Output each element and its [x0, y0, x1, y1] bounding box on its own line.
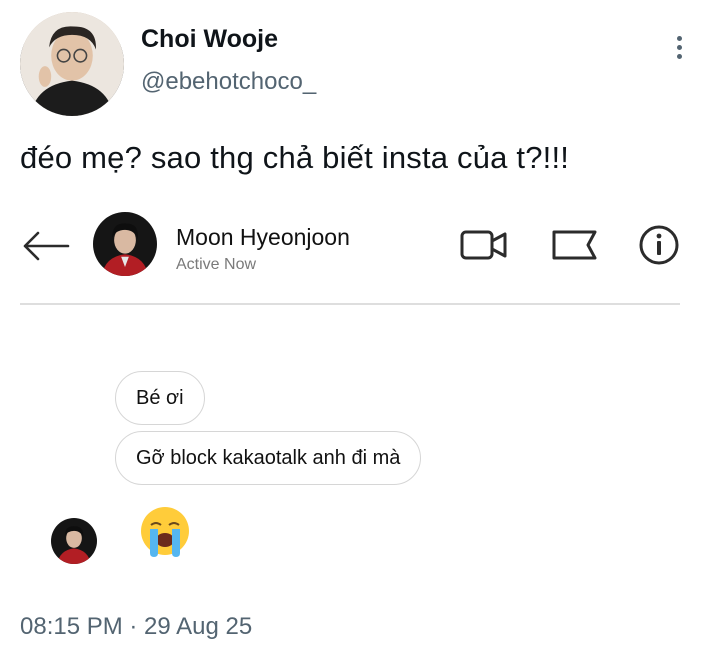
contact-avatar-small	[51, 518, 97, 564]
dot	[676, 44, 682, 50]
dot	[676, 35, 682, 41]
dm-header: Moon Hyeonjoon Active Now	[20, 205, 680, 305]
more-options-icon[interactable]	[664, 32, 694, 62]
video-call-icon	[460, 230, 507, 260]
tweet-text: đéo mẹ? sao thg chả biết insta của t?!!!	[20, 140, 570, 175]
contact-avatar	[93, 212, 157, 276]
dot	[676, 53, 682, 59]
tweet-timestamp[interactable]: 08:15 PM · 29 Aug 25	[20, 613, 252, 641]
contact-status: Active Now	[176, 256, 257, 273]
author-avatar[interactable]	[20, 12, 124, 116]
message-bubble: Bé ơi	[115, 371, 205, 425]
back-arrow-icon	[23, 231, 70, 261]
flag-icon	[552, 230, 597, 260]
message-bubble: Gỡ block kakaotalk anh đi mà	[115, 431, 422, 485]
crying-face-emoji-icon	[141, 507, 189, 557]
info-icon	[639, 225, 679, 265]
contact-name: Moon Hyeonjoon	[176, 224, 350, 250]
author-display-name[interactable]: Choi Wooje	[141, 25, 278, 54]
author-handle[interactable]: @ebehotchoco_	[141, 68, 316, 96]
